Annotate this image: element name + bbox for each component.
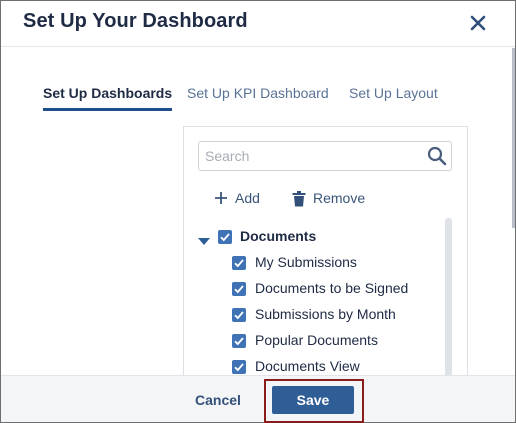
tab-set-up-dashboards[interactable]: Set Up Dashboards [43,85,172,101]
list-item-label: Documents to be Signed [255,280,409,296]
list-scrollbar[interactable] [445,218,452,377]
item-checkbox[interactable] [232,360,246,374]
item-checkbox[interactable] [232,256,246,270]
setup-dashboard-dialog: Set Up Your Dashboard Set Up Dashboards … [0,0,516,423]
search-icon[interactable] [427,146,447,166]
caret-down-icon[interactable] [198,233,210,245]
item-checkbox[interactable] [232,282,246,296]
close-icon[interactable] [467,12,489,34]
item-checkbox[interactable] [232,334,246,348]
cancel-button[interactable]: Cancel [195,392,241,408]
list-item: My Submissions [232,253,432,275]
dashboard-list-panel: Add Remove Documents My Submissio [183,126,468,377]
list-item: Submissions by Month [232,305,432,327]
tree-node-label: Documents [240,228,317,244]
active-tab-indicator [43,108,172,111]
list-item-label: Submissions by Month [255,306,396,322]
dialog-footer: Cancel Save [1,375,515,423]
dialog-title: Set Up Your Dashboard [23,10,248,32]
save-button[interactable]: Save [272,386,354,414]
dialog-header: Set Up Your Dashboard [1,1,515,47]
search-input[interactable] [199,142,419,170]
plus-icon [215,192,227,204]
tree-node-documents: Documents [198,227,438,249]
dialog-scrollbar[interactable] [512,48,515,228]
list-item-label: Popular Documents [255,332,378,348]
list-item-label: Documents View [255,358,360,374]
item-checkbox[interactable] [232,308,246,322]
add-label: Add [235,190,260,206]
list-item-label: My Submissions [255,254,357,270]
tab-set-up-layout[interactable]: Set Up Layout [349,85,438,101]
list-item: Popular Documents [232,331,432,353]
documents-checkbox[interactable] [218,230,232,244]
remove-label: Remove [313,190,366,206]
tab-set-up-kpi-dashboard[interactable]: Set Up KPI Dashboard [187,85,329,101]
list-item: Documents to be Signed [232,279,432,301]
trash-icon [292,191,306,207]
search-box [198,141,452,171]
